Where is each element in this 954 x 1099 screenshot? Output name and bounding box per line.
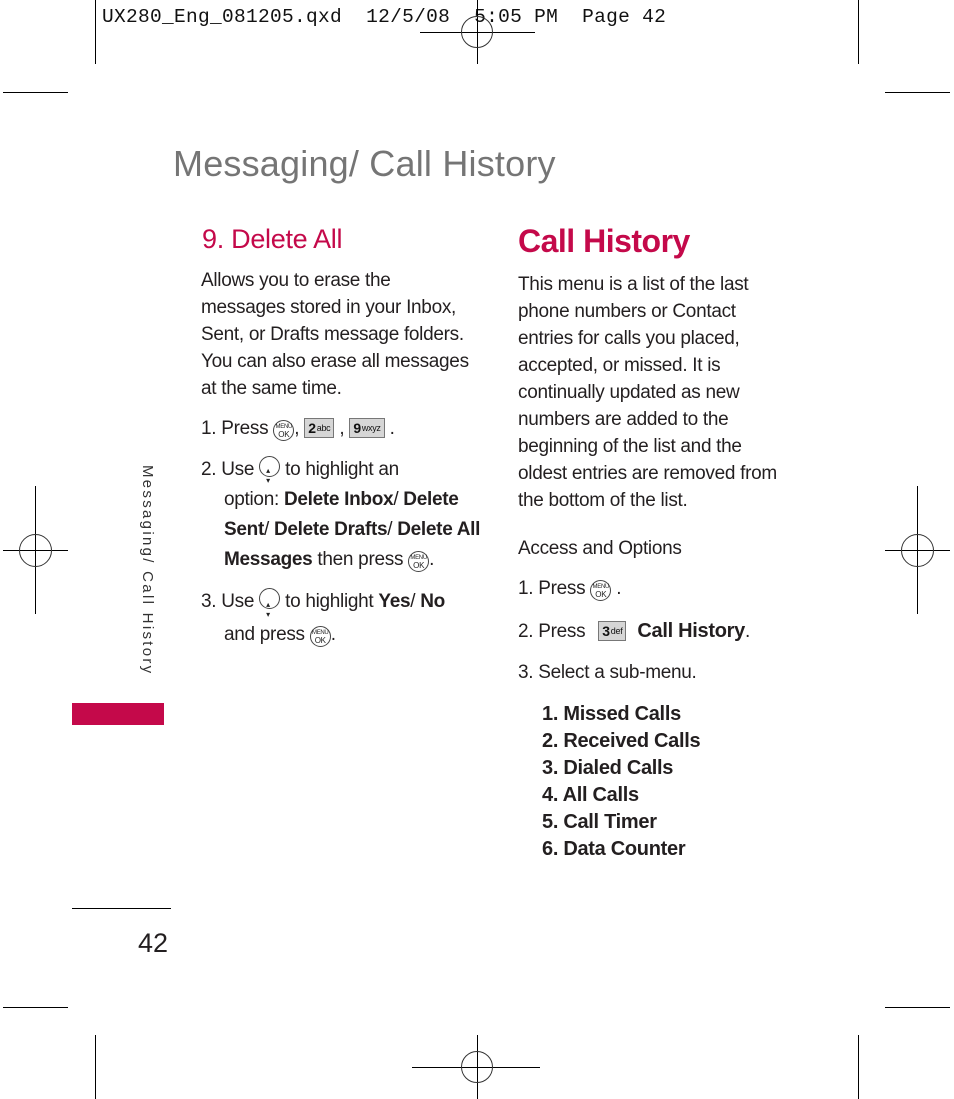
page-number: 42 — [138, 928, 169, 958]
option-delete-inbox: Delete Inbox — [283, 489, 394, 510]
menu-ok-key-icon: MENU OK — [309, 626, 331, 647]
menu-ok-key-icon: MENU OK — [408, 551, 430, 572]
page-title: Messaging/ Call History — [173, 143, 556, 184]
delete-all-step-1: 1. Press MENU OK, 2abc , 9wxyz . — [201, 418, 395, 441]
call-history-step-1: 1. Press MENU OK . — [518, 578, 622, 601]
call-history-intro: This menu is a list of the last phone nu… — [518, 274, 777, 511]
side-tab: Messaging/ Call History — [137, 465, 157, 695]
slug-date: 12/5/08 — [366, 6, 451, 28]
section-heading-delete-all: 9. Delete All — [202, 224, 343, 254]
key-9-wxyz-icon: 9wxyz — [349, 418, 385, 438]
crop-mark — [95, 0, 96, 64]
slug-page: Page 42 — [582, 6, 667, 28]
key-2-abc-icon: 2abc — [304, 418, 335, 438]
delete-all-step-2: 2. Use to highlight an option: Delete In… — [201, 455, 481, 575]
crop-mark — [858, 1035, 859, 1099]
submenu-item-call-timer: 5. Call Timer — [542, 811, 657, 833]
key-3-def-icon: 3def — [598, 621, 627, 641]
printer-slug: UX280_Eng_081205.qxd 12/5/08 5:05 PM Pag… — [102, 6, 666, 28]
side-tab-bar — [72, 703, 164, 725]
submenu-item-all-calls: 4. All Calls — [542, 784, 639, 806]
call-history-submenu: 1. Missed Calls 2. Received Calls 3. Dia… — [542, 701, 701, 863]
option-delete-drafts: Delete Drafts — [273, 519, 388, 540]
crop-mark — [3, 1007, 68, 1008]
submenu-item-missed-calls: 1. Missed Calls — [542, 703, 681, 725]
crop-mark — [885, 1007, 950, 1008]
call-history-step-3: 3. Select a sub-menu. — [518, 662, 697, 683]
navigation-key-icon — [259, 456, 281, 496]
access-options-subheading: Access and Options — [518, 538, 682, 559]
section-heading-call-history: Call History — [518, 223, 690, 259]
delete-all-step-3: 3. Use to highlight Yes/ No and press ME… — [201, 585, 481, 651]
submenu-item-data-counter: 6. Data Counter — [542, 838, 686, 860]
crop-mark — [95, 1035, 96, 1099]
crop-mark — [858, 0, 859, 64]
delete-all-intro: Allows you to erase the messages stored … — [201, 270, 469, 399]
page-number-rule — [72, 908, 171, 909]
call-history-step-2: 2. Press 3def Call History. — [518, 620, 750, 642]
navigation-key-icon — [259, 588, 281, 631]
crop-mark — [3, 92, 68, 93]
submenu-item-received-calls: 2. Received Calls — [542, 730, 701, 752]
crop-mark — [885, 92, 950, 93]
menu-ok-key-icon: MENU OK — [590, 580, 612, 601]
slug-file: UX280_Eng_081205.qxd — [102, 6, 343, 28]
side-tab-label: Messaging/ Call History — [139, 465, 156, 676]
submenu-item-dialed-calls: 3. Dialed Calls — [542, 757, 674, 779]
menu-ok-key-icon: MENU OK — [273, 420, 295, 441]
